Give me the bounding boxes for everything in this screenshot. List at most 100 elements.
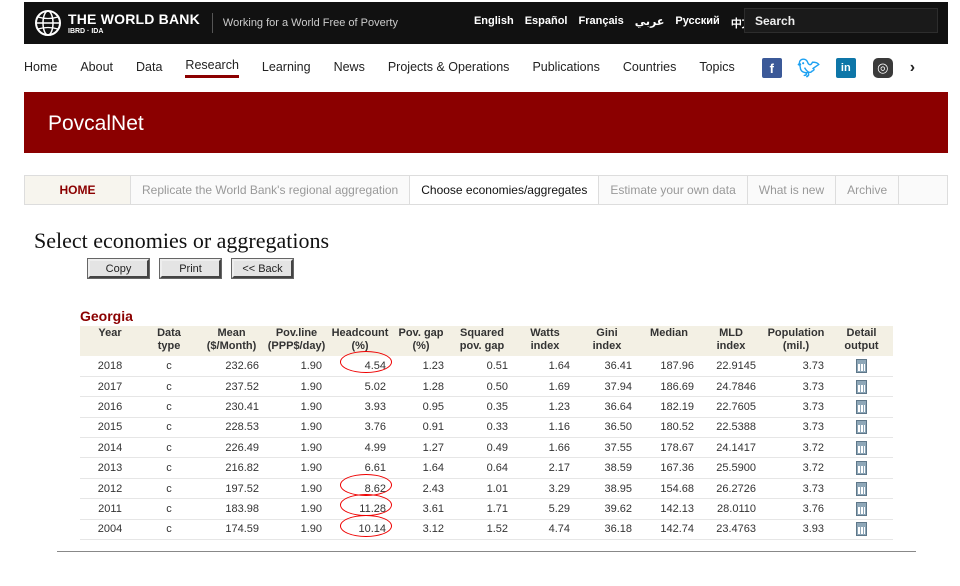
table-cell: 10.14 — [328, 514, 392, 541]
column-header-line1: Watts — [530, 327, 560, 339]
table-row: 2014 c 226.49 1.90 4.99 1.27 0.49 1.66 37.55 178.… — [80, 437, 893, 459]
table-cell: 36.50 — [576, 417, 638, 439]
nav-publications[interactable]: Publications — [532, 60, 599, 77]
lang-russian[interactable]: Русский — [675, 15, 719, 31]
table-cell: 2012 — [80, 478, 140, 500]
nav-learning[interactable]: Learning — [262, 60, 311, 77]
cell-value: 0.51 — [486, 359, 508, 372]
column-header: Population (mil.) — [762, 326, 830, 356]
logo-subtitle: IBRD · IDA — [68, 27, 104, 35]
table-cell: 1.16 — [514, 417, 576, 439]
nav-news[interactable]: News — [334, 60, 365, 77]
nav-data[interactable]: Data — [136, 60, 162, 77]
facebook-icon[interactable]: f — [761, 58, 782, 78]
cell-value: 3.73 — [802, 359, 824, 372]
cell-value: 1.01 — [486, 482, 508, 495]
column-header-line1: Detail — [846, 327, 877, 339]
twitter-icon[interactable]: 🐦︎ — [797, 58, 820, 78]
table-cell: 3.61 — [392, 498, 450, 520]
table-row: 2004 c 174.59 1.90 10.14 3.12 1.52 4.74 36.18 142… — [80, 514, 893, 541]
column-header-line2: (%) — [351, 340, 369, 352]
tab-home[interactable]: HOME — [25, 176, 131, 204]
tab-choose-economies[interactable]: Choose economies/aggregates — [410, 176, 600, 204]
cell-value: 3.73 — [802, 400, 824, 413]
calculator-icon[interactable] — [856, 420, 867, 435]
back-button[interactable]: << Back — [231, 258, 294, 279]
cell-value: 232.66 — [225, 359, 259, 372]
instagram-icon[interactable]: ◎ — [872, 58, 893, 78]
calculator-icon[interactable] — [856, 440, 867, 455]
cell-value: 23.4763 — [716, 523, 756, 536]
table-cell: 1.90 — [265, 417, 328, 439]
lang-arabic[interactable]: عربي — [635, 15, 665, 31]
table-cell: 0.95 — [392, 396, 450, 418]
cell-value: 0.35 — [486, 400, 508, 413]
nav-projects-operations[interactable]: Projects & Operations — [388, 60, 510, 77]
column-header-line2: ($/Month) — [206, 340, 257, 352]
calculator-icon[interactable] — [856, 461, 867, 476]
table-cell: 2018 — [80, 356, 140, 377]
detail-output-cell — [830, 478, 893, 500]
column-header-line1: Mean — [217, 327, 246, 339]
cell-value: 5.02 — [364, 380, 386, 393]
calculator-icon[interactable] — [856, 358, 867, 373]
calculator-icon[interactable] — [856, 379, 867, 394]
world-bank-logo[interactable]: THE WORLD BANK IBRD · IDA — [34, 9, 200, 37]
calculator-icon[interactable] — [856, 522, 867, 537]
table-cell: 1.66 — [514, 437, 576, 459]
cell-value: 3.29 — [548, 482, 570, 495]
cell-value: c — [166, 502, 172, 515]
table-cell: 3.73 — [762, 417, 830, 439]
chevron-right-icon[interactable]: › — [910, 59, 915, 77]
nav-home[interactable]: Home — [24, 60, 57, 77]
cell-value: 4.99 — [364, 441, 386, 454]
cell-value: c — [166, 380, 172, 393]
print-button[interactable]: Print — [159, 258, 222, 279]
calculator-icon[interactable] — [856, 399, 867, 414]
column-header: Watts index — [514, 326, 576, 356]
linkedin-icon[interactable]: in — [835, 58, 856, 78]
calculator-icon[interactable] — [856, 501, 867, 516]
results-table: Year Data type Mean ($/Month) Pov.line (PPP$/d… — [80, 326, 893, 541]
tab-what-is-new[interactable]: What is new — [748, 176, 837, 204]
table-cell: 197.52 — [198, 478, 265, 500]
nav-topics[interactable]: Topics — [699, 60, 734, 77]
table-cell: 4.54 — [328, 351, 392, 377]
page-title: Select economies or aggregations — [34, 228, 330, 253]
nav-about[interactable]: About — [80, 60, 113, 77]
lang-french[interactable]: Français — [578, 15, 623, 31]
lang-spanish[interactable]: Español — [525, 15, 568, 31]
tab-replicate-regional[interactable]: Replicate the World Bank's regional aggr… — [131, 176, 411, 204]
table-cell: 1.90 — [265, 437, 328, 459]
cell-value: 3.76 — [802, 502, 824, 515]
table-cell: 3.93 — [328, 396, 392, 418]
cell-value: 0.64 — [486, 462, 508, 475]
nav-countries[interactable]: Countries — [623, 60, 677, 77]
cell-value: 2014 — [97, 441, 123, 454]
cell-value: 2011 — [98, 502, 122, 515]
table-row: 2012 c 197.52 1.90 8.62 2.43 1.01 3.29 38.95 154.… — [80, 473, 893, 500]
table-header-row: Year Data type Mean ($/Month) Pov.line (PPP$/d… — [80, 326, 893, 356]
table-cell: c — [140, 457, 198, 479]
cell-value: 36.41 — [604, 359, 632, 372]
nav-research[interactable]: Research — [185, 58, 239, 78]
cell-value: 226.49 — [225, 441, 259, 454]
tab-estimate-own-data[interactable]: Estimate your own data — [599, 176, 748, 204]
table-cell: 2.43 — [392, 478, 450, 500]
lang-english[interactable]: English — [474, 15, 514, 31]
cell-value: 11.28 — [359, 502, 386, 515]
tab-archive[interactable]: Archive — [836, 176, 900, 204]
column-header-line1: Year — [98, 327, 122, 339]
search-input[interactable] — [745, 9, 937, 32]
table-cell: 3.29 — [514, 478, 576, 500]
search-box — [744, 8, 938, 33]
table-cell: 1.52 — [450, 519, 514, 541]
copy-button[interactable]: Copy — [87, 258, 150, 279]
detail-output-cell — [830, 356, 893, 377]
cell-value: 3.93 — [364, 400, 386, 413]
cell-value: 2.43 — [422, 482, 444, 495]
cell-value: 22.7605 — [716, 400, 756, 413]
cell-value: 197.52 — [225, 482, 259, 495]
column-header-line1: Headcount — [331, 327, 389, 339]
calculator-icon[interactable] — [856, 481, 867, 496]
